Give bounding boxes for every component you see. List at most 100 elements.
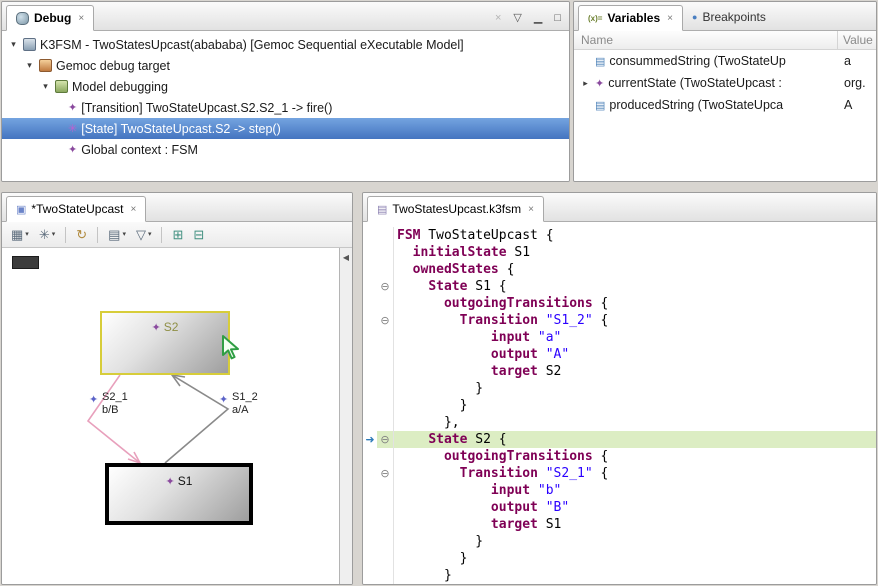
state-node-label: ✦S1: [109, 474, 249, 488]
code-line[interactable]: input "a": [363, 329, 876, 346]
transition-label-s2-1[interactable]: ✦ S2_1 b/B: [102, 391, 128, 417]
transition-icon: ✦: [219, 394, 228, 407]
code-line[interactable]: initialState S1: [363, 244, 876, 261]
fold-ruler-cell: [377, 363, 394, 380]
expand-arrow-icon[interactable]: ▾: [40, 81, 51, 92]
state-name: S1: [178, 474, 193, 488]
annotation-ruler-cell: [363, 380, 377, 397]
minimize-icon[interactable]: ▁: [534, 13, 542, 24]
tree-item-global-context[interactable]: ✦ Global context : FSM: [2, 139, 569, 160]
expand-arrow-icon[interactable]: ▾: [8, 39, 19, 50]
tree-item-label: [State] TwoStateUpcast.S2 -> step(): [81, 122, 281, 136]
code-area[interactable]: FSM TwoStateUpcast { initialState S1 own…: [363, 222, 876, 584]
variables-column-header: Name Value: [574, 31, 876, 50]
transition-label-s1-2[interactable]: ✦ S1_2 a/A: [232, 391, 258, 417]
variable-row-currentstate[interactable]: ▸ ✦ currentState (TwoStateUpcast : org.: [574, 72, 876, 94]
close-icon[interactable]: ×: [130, 204, 136, 215]
code-text: input "a": [394, 329, 876, 346]
print-diagram-icon[interactable]: ⊟: [190, 226, 207, 243]
tab-variables-label: Variables: [607, 11, 660, 25]
code-line[interactable]: outgoingTransitions {: [363, 448, 876, 465]
code-line[interactable]: ownedStates {: [363, 261, 876, 278]
close-icon[interactable]: ×: [528, 204, 534, 215]
view-menu-icon[interactable]: ▽: [513, 13, 521, 24]
close-icon[interactable]: ×: [667, 13, 673, 24]
column-header-value[interactable]: Value: [838, 33, 873, 47]
dropdown-arrow-icon[interactable]: ▾: [25, 231, 29, 238]
layers-icon[interactable]: ▤▾: [105, 226, 129, 243]
code-text: outgoingTransitions {: [394, 448, 876, 465]
expand-arrow-icon[interactable]: ▸: [580, 78, 591, 89]
code-line[interactable]: target S2: [363, 363, 876, 380]
code-line[interactable]: }: [363, 550, 876, 567]
tree-item-debug-target[interactable]: ▾ Gemoc debug target: [2, 55, 569, 76]
dropdown-arrow-icon[interactable]: ▾: [148, 231, 152, 238]
refresh-icon[interactable]: ↻: [73, 226, 90, 243]
code-text: initialState S1: [394, 244, 876, 261]
code-line[interactable]: }: [363, 397, 876, 414]
green-cursor-icon: [220, 334, 242, 362]
expand-arrow-icon[interactable]: ▾: [24, 60, 35, 71]
fold-ruler-cell: [377, 295, 394, 312]
code-text: State S1 {: [394, 278, 876, 295]
code-line[interactable]: ⊖ Transition "S1_2" {: [363, 312, 876, 329]
code-text: },: [394, 414, 876, 431]
current-step-icon: ✳: [68, 122, 77, 135]
annotation-ruler-cell: [363, 244, 377, 261]
arrange-icon[interactable]: ▦▾: [8, 226, 32, 243]
tab-debug[interactable]: Debug ×: [6, 5, 94, 31]
variable-name: currentState (TwoStateUpcast :: [608, 76, 782, 90]
column-header-name[interactable]: Name: [574, 31, 838, 49]
dropdown-arrow-icon[interactable]: ▾: [122, 231, 126, 238]
annotation-ruler-cell: [363, 516, 377, 533]
code-line[interactable]: }: [363, 567, 876, 584]
tree-item-transition-frame[interactable]: ✦ [Transition] TwoStateUpcast.S2.S2_1 ->…: [2, 97, 569, 118]
code-line[interactable]: target S1: [363, 516, 876, 533]
layers-icon: ▤: [108, 228, 120, 241]
tree-item-launch[interactable]: ▾ K3FSM - TwoStatesUpcast(abababa) [Gemo…: [2, 34, 569, 55]
tree-item-model-debugging[interactable]: ▾ Model debugging: [2, 76, 569, 97]
fold-collapse-icon[interactable]: ⊖: [377, 431, 394, 448]
fold-ruler-cell: [377, 261, 394, 278]
code-line[interactable]: FSM TwoStateUpcast {: [363, 227, 876, 244]
code-line[interactable]: ⊖ State S1 {: [363, 278, 876, 295]
tab-k3fsm-editor[interactable]: ▤ TwoStatesUpcast.k3fsm ×: [367, 196, 544, 222]
transition-name: S2_1: [102, 391, 128, 404]
state-node-s2[interactable]: ✦S2: [100, 311, 230, 375]
code-line[interactable]: output "B": [363, 499, 876, 516]
export-image-icon[interactable]: ⊞: [169, 226, 186, 243]
close-icon[interactable]: ×: [78, 13, 84, 24]
tab-variables[interactable]: (x)= Variables ×: [578, 5, 683, 31]
select-mode-icon[interactable]: ✳▾: [36, 226, 58, 243]
variable-row-consummedstring[interactable]: ▤ consummedString (TwoStateUp a: [574, 50, 876, 72]
tab-breakpoints[interactable]: ● Breakpoints: [683, 4, 775, 30]
code-line[interactable]: },: [363, 414, 876, 431]
tree-item-label: Model debugging: [72, 80, 168, 94]
filters-icon[interactable]: ▽▾: [133, 226, 155, 243]
refresh-icon: ↻: [76, 228, 87, 241]
code-line[interactable]: ➜⊖ State S2 {: [363, 431, 876, 448]
dropdown-arrow-icon[interactable]: ▾: [52, 231, 56, 238]
maximize-icon[interactable]: □: [554, 13, 561, 24]
fold-collapse-icon[interactable]: ⊖: [377, 465, 394, 482]
diagram-canvas[interactable]: ✦S2 ✦S1 ✦ S2_1 b/B ✦ S1_2 a/A ◀: [2, 248, 352, 584]
code-line[interactable]: }: [363, 533, 876, 550]
variable-row-producedstring[interactable]: ▤ producedString (TwoStateUpca A: [574, 94, 876, 116]
variable-value: org.: [838, 76, 866, 90]
state-node-s1[interactable]: ✦S1: [105, 463, 253, 525]
remove-terminated-icon[interactable]: ×: [495, 13, 501, 24]
annotation-ruler-cell: [363, 448, 377, 465]
code-line[interactable]: input "b": [363, 482, 876, 499]
palette-expand-icon[interactable]: ◀: [340, 253, 352, 262]
fold-collapse-icon[interactable]: ⊖: [377, 278, 394, 295]
code-line[interactable]: output "A": [363, 346, 876, 363]
code-line[interactable]: outgoingTransitions {: [363, 295, 876, 312]
fold-collapse-icon[interactable]: ⊖: [377, 312, 394, 329]
debug-view-tabbar: Debug × × ▽ ▁ □: [2, 2, 569, 31]
fold-ruler-cell: [377, 380, 394, 397]
annotation-ruler-cell: [363, 550, 377, 567]
tab-diagram-editor[interactable]: ▣ *TwoStateUpcast ×: [6, 196, 146, 222]
tree-item-state-frame-selected[interactable]: ✳ [State] TwoStateUpcast.S2 -> step(): [2, 118, 569, 139]
code-line[interactable]: ⊖ Transition "S2_1" {: [363, 465, 876, 482]
code-line[interactable]: }: [363, 380, 876, 397]
